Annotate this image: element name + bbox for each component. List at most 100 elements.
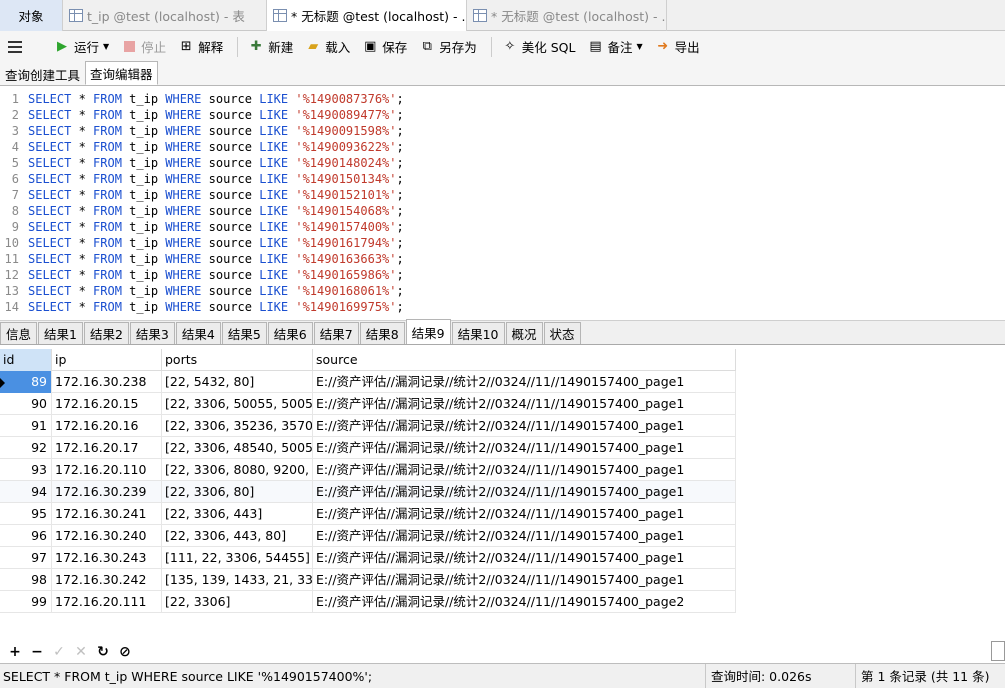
cell-source[interactable]: E://资产评估//漏洞记录//统计2//0324//11//149015740… [313,591,736,613]
cell-source[interactable]: E://资产评估//漏洞记录//统计2//0324//11//149015740… [313,393,736,415]
cell-ports[interactable]: [135, 139, 1433, 21, 3389, 5 [162,569,313,591]
cell-ip[interactable]: 172.16.20.17 [52,437,162,459]
cell-ip[interactable]: 172.16.30.239 [52,481,162,503]
table-row[interactable]: 90172.16.20.15[22, 3306, 50055, 50058, 8… [0,393,736,415]
cell-ports[interactable]: [22, 3306, 8080, 9200, 930 [162,459,313,481]
load-button[interactable]: ▰ 载入 [301,35,354,59]
cell-ports[interactable]: [22, 3306, 443, 80] [162,525,313,547]
result-tab[interactable]: 信息 [0,322,38,344]
table-row[interactable]: 98172.16.30.242[135, 139, 1433, 21, 3389… [0,569,736,591]
column-header-source[interactable]: source [313,349,736,371]
cell-id[interactable]: 90 [0,393,52,415]
cell-source[interactable]: E://资产评估//漏洞记录//统计2//0324//11//149015740… [313,415,736,437]
cell-id[interactable]: 95 [0,503,52,525]
result-tab[interactable]: 结果3 [129,322,175,344]
result-tab[interactable]: 状态 [543,322,581,344]
cell-ports[interactable]: [111, 22, 3306, 54455] [162,547,313,569]
cell-source[interactable]: E://资产评估//漏洞记录//统计2//0324//11//149015740… [313,569,736,591]
stop-button[interactable]: 停止 [117,35,170,59]
chevron-down-icon[interactable]: ▼ [637,42,643,51]
cell-source[interactable]: E://资产评估//漏洞记录//统计2//0324//11//149015740… [313,503,736,525]
cell-id[interactable]: 98 [0,569,52,591]
apply-check-icon[interactable]: ✓ [48,644,70,660]
cell-id[interactable]: 93 [0,459,52,481]
sql-editor[interactable]: 1 SELECT * FROM t_ip WHERE source LIKE '%… [0,87,1005,318]
chevron-down-icon[interactable]: ▼ [103,42,109,51]
cell-source[interactable]: E://资产评估//漏洞记录//统计2//0324//11//149015740… [313,525,736,547]
cell-id[interactable]: 91 [0,415,52,437]
grid-view-toggle-icon[interactable] [991,641,1005,661]
table-row[interactable]: 94 172.16.30.239 [22, 3306, 80] E://资产评估//漏… [0,481,736,503]
hamburger-menu-icon[interactable] [8,40,22,53]
table-row[interactable]: 89 172.16.30.238 [22, 5432, 80] E://资产评估//漏… [0,371,736,393]
cell-source[interactable]: E://资产评估//漏洞记录//统计2//0324//11//149015740… [313,371,736,393]
cell-ip[interactable]: 172.16.30.243 [52,547,162,569]
tab-table-design[interactable]: t_ip @test (localhost) - 表 [63,0,267,31]
table-row[interactable]: 93172.16.20.110[22, 3306, 8080, 9200, 93… [0,459,736,481]
cell-ports[interactable]: [22, 3306] [162,591,313,613]
tab-query-2[interactable]: * 无标题 @test (localhost) - ... [467,0,667,31]
column-header-ip[interactable]: ip [52,349,162,371]
cell-ports[interactable]: [22, 3306, 50055, 50058, 8 [162,393,313,415]
result-grid[interactable]: id ip ports source 89 172.16.30.238 [22, 5… [0,349,736,613]
stop-cancel-icon[interactable]: ⊘ [114,644,136,660]
table-row[interactable]: 96 172.16.30.240 [22, 3306, 443, 80] E://资产… [0,525,736,547]
cell-source[interactable]: E://资产评估//漏洞记录//统计2//0324//11//149015740… [313,459,736,481]
table-row[interactable]: 92172.16.20.17[22, 3306, 48540, 50055, 5… [0,437,736,459]
comment-button[interactable]: ▤ 备注 ▼ [583,35,646,59]
cell-ports[interactable]: [22, 3306, 35236, 35704, 5 [162,415,313,437]
run-button[interactable]: ▶ 运行 ▼ [50,35,113,59]
cell-id[interactable]: 99 [0,591,52,613]
tab-query-editor[interactable]: 查询编辑器 [85,61,158,85]
save-button[interactable]: ▣ 保存 [358,35,411,59]
cell-ip[interactable]: 172.16.30.241 [52,503,162,525]
result-tab[interactable]: 结果2 [83,322,129,344]
result-tab[interactable]: 结果8 [359,322,405,344]
cell-ip[interactable]: 172.16.20.15 [52,393,162,415]
cell-id[interactable]: 94 [0,481,52,503]
result-tab[interactable]: 结果7 [313,322,359,344]
tab-query-active[interactable]: * 无标题 @test (localhost) - ... [267,0,467,31]
cell-id[interactable]: 92 [0,437,52,459]
table-row[interactable]: 95 172.16.30.241 [22, 3306, 443] E://资产评估//… [0,503,736,525]
result-tab[interactable]: 概况 [505,322,543,344]
cell-ip[interactable]: 172.16.20.16 [52,415,162,437]
cell-ports[interactable]: [22, 3306, 443] [162,503,313,525]
result-tab[interactable]: 结果9 [405,319,451,344]
result-tab[interactable]: 结果4 [175,322,221,344]
result-tab[interactable]: 结果1 [38,322,83,344]
cell-ip[interactable]: 172.16.30.238 [52,371,162,393]
cell-ports[interactable]: [22, 3306, 48540, 50055, 5 [162,437,313,459]
cell-source[interactable]: E://资产评估//漏洞记录//统计2//0324//11//149015740… [313,547,736,569]
add-record-icon[interactable]: + [4,644,26,660]
discard-x-icon[interactable]: ✕ [70,644,92,660]
export-button[interactable]: ➜ 导出 [651,35,704,59]
delete-record-icon[interactable]: − [26,644,48,660]
cell-source[interactable]: E://资产评估//漏洞记录//统计2//0324//11//149015740… [313,437,736,459]
cell-ip[interactable]: 172.16.20.111 [52,591,162,613]
cell-source[interactable]: E://资产评估//漏洞记录//统计2//0324//11//149015740… [313,481,736,503]
save-as-button[interactable]: ⧉ 另存为 [415,35,481,59]
cell-ports[interactable]: [22, 3306, 80] [162,481,313,503]
refresh-icon[interactable]: ↻ [92,644,114,660]
column-header-id[interactable]: id [0,349,52,371]
cell-ip[interactable]: 172.16.30.240 [52,525,162,547]
cell-ports[interactable]: [22, 5432, 80] [162,371,313,393]
explain-button[interactable]: ⊞ 解释 [174,35,227,59]
cell-id[interactable]: 96 [0,525,52,547]
cell-ip[interactable]: 172.16.20.110 [52,459,162,481]
result-tab[interactable]: 结果5 [221,322,267,344]
cell-id[interactable]: 97 [0,547,52,569]
new-button[interactable]: ✚ 新建 [244,35,297,59]
tab-objects[interactable]: 对象 [0,0,63,31]
cell-id[interactable]: 89 [0,371,52,393]
beautify-sql-button[interactable]: ✧ 美化 SQL [498,35,580,59]
column-header-ports[interactable]: ports [162,349,313,371]
table-row[interactable]: 99 172.16.20.111 [22, 3306] E://资产评估//漏洞记录/… [0,591,736,613]
table-row[interactable]: 97 172.16.30.243 [111, 22, 3306, 54455] E:/… [0,547,736,569]
result-tab[interactable]: 结果6 [267,322,313,344]
result-tab[interactable]: 结果10 [451,322,505,344]
cell-ip[interactable]: 172.16.30.242 [52,569,162,591]
tab-query-builder[interactable]: 查询创建工具 [0,63,85,85]
table-row[interactable]: 91172.16.20.16[22, 3306, 35236, 35704, 5… [0,415,736,437]
